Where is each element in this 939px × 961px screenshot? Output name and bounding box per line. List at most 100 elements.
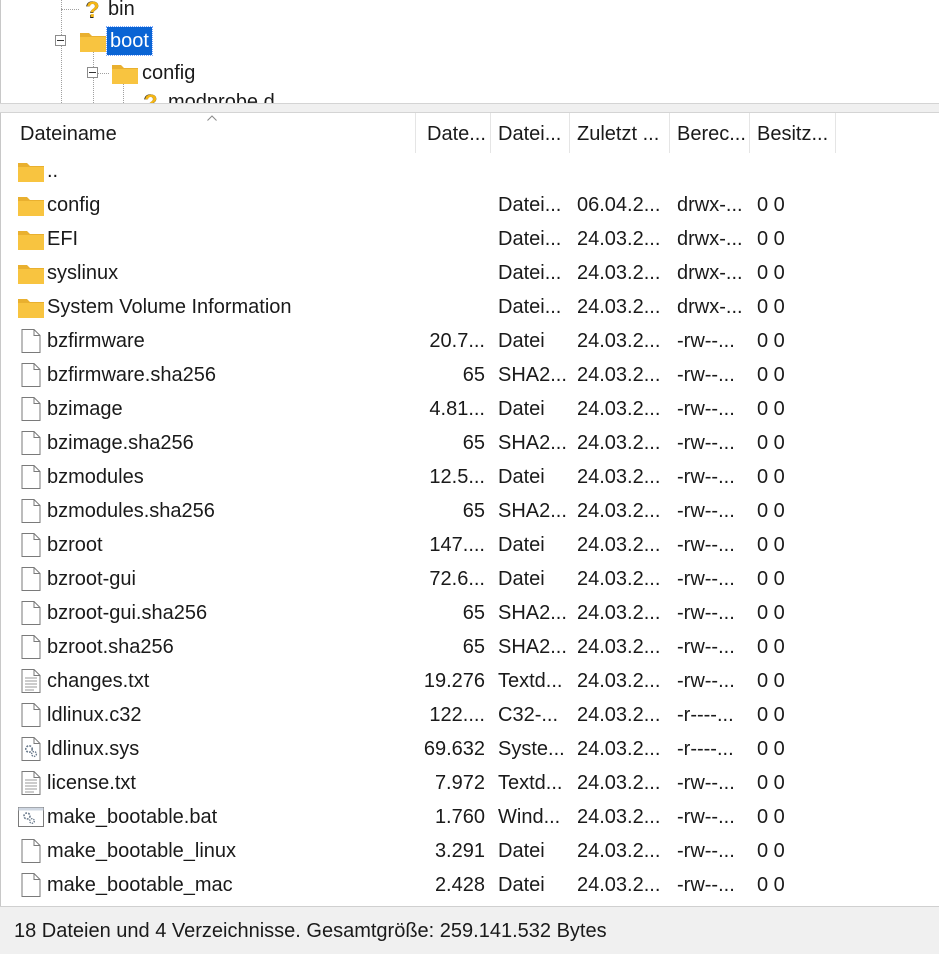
file-owner-cell: 0 0 [757, 330, 785, 352]
remote-file-list[interactable]: Dateiname Date... Datei... Zuletzt ... B… [0, 113, 939, 906]
file-size-cell: 2.428 [434, 874, 485, 896]
file-row[interactable]: bzimage.sha256 65 SHA2... 24.03.2... -rw--..… [1, 425, 939, 459]
file-modified-cell: 24.03.2... [577, 568, 661, 590]
file-name-cell: bzroot-gui [47, 568, 136, 590]
collapse-toggle[interactable] [55, 35, 66, 46]
file-modified-cell: 24.03.2... [577, 636, 661, 658]
file-row[interactable]: make_bootable.bat 1.760 Wind... 24.03.2... -… [1, 799, 939, 833]
file-type-cell: Textd... [498, 772, 563, 794]
file-owner-cell [757, 153, 837, 187]
column-header-label: Zuletzt ... [577, 123, 660, 145]
file-type-cell: Datei [498, 534, 545, 556]
file-row[interactable]: make_bootable_mac 2.428 Datei 24.03.2... -rw… [1, 867, 939, 901]
file-row[interactable]: license.txt 7.972 Textd... 24.03.2... -rw--.… [1, 765, 939, 799]
file-modified-cell: 24.03.2... [577, 228, 661, 250]
file-type-cell: Datei... [498, 262, 562, 284]
remote-directory-tree[interactable]: ? ? bin boot config ? ? modprobe.d [0, 0, 939, 105]
file-row[interactable]: config Datei... 06.04.2... drwx-... 0 0 [1, 187, 939, 221]
file-name-cell: syslinux [47, 262, 119, 284]
file-row[interactable]: bzmodules.sha256 65 SHA2... 24.03.2... -rw--… [1, 493, 939, 527]
file-name-cell: ldlinux.sys [47, 738, 140, 760]
column-header-label: Berec... [677, 123, 746, 145]
file-type-cell: Datei [498, 874, 545, 896]
column-header-label: Dateiname [20, 123, 117, 145]
file-icon [17, 464, 45, 490]
file-row[interactable]: bzroot.sha256 65 SHA2... 24.03.2... -rw--...… [1, 629, 939, 663]
file-permissions-cell: -rw--... [677, 874, 735, 896]
file-row[interactable]: syslinux Datei... 24.03.2... drwx-... 0 0 [1, 255, 939, 289]
file-type-cell: SHA2... [498, 364, 567, 386]
file-icon [17, 430, 45, 456]
file-type-cell: Datei... [498, 228, 562, 250]
file-modified-cell: 06.04.2... [577, 194, 661, 216]
file-modified-cell: 24.03.2... [577, 670, 661, 692]
file-name-cell: license.txt [47, 772, 136, 794]
file-row[interactable]: ldlinux.c32 122.... C32-... 24.03.2... -r---… [1, 697, 939, 731]
file-owner-cell: 0 0 [757, 738, 785, 760]
file-size-cell: 72.6... [429, 568, 485, 590]
file-permissions-cell [677, 153, 751, 187]
pane-splitter[interactable] [0, 103, 939, 113]
file-size-cell: 65 [462, 432, 485, 454]
file-row[interactable]: System Volume Information Datei... 24.03.2… [1, 289, 939, 323]
file-row[interactable]: .. [1, 153, 939, 187]
file-row[interactable]: bzroot-gui.sha256 65 SHA2... 24.03.2... -rw-… [1, 595, 939, 629]
file-permissions-cell: drwx-... [677, 262, 743, 284]
tree-node-bin[interactable]: ? ? bin [79, 0, 138, 24]
file-owner-cell: 0 0 [757, 772, 785, 794]
file-name-cell: bzimage.sha256 [47, 432, 194, 454]
file-type-cell: C32-... [498, 704, 559, 726]
file-row[interactable]: ldlinux.sys 69.632 Syste... 24.03.2... -r---… [1, 731, 939, 765]
file-name-cell: make_bootable.bat [47, 806, 218, 828]
tree-node-config[interactable]: config [111, 58, 198, 88]
file-row[interactable]: make_bootable_linux 3.291 Datei 24.03.2... -… [1, 833, 939, 867]
file-owner-cell: 0 0 [757, 534, 785, 556]
file-modified-cell: 24.03.2... [577, 602, 661, 624]
file-permissions-cell: -rw--... [677, 670, 735, 692]
file-modified-cell: 24.03.2... [577, 262, 661, 284]
file-permissions-cell: -rw--... [677, 500, 735, 522]
file-owner-cell: 0 0 [757, 874, 785, 896]
file-row[interactable]: bzimage 4.81... Datei 24.03.2... -rw--... 0 0 [1, 391, 939, 425]
column-header-type[interactable]: Datei... [491, 113, 570, 153]
file-row[interactable]: bzroot-gui 72.6... Datei 24.03.2... -rw--...… [1, 561, 939, 595]
file-row[interactable]: bzfirmware 20.7... Datei 24.03.2... -rw--...… [1, 323, 939, 357]
file-size-cell: 147.... [429, 534, 485, 556]
file-size-cell [416, 187, 490, 221]
file-name-cell: ldlinux.c32 [47, 704, 142, 726]
collapse-toggle[interactable] [87, 67, 98, 78]
text-file-icon [17, 770, 45, 796]
file-size-cell: 1.760 [434, 806, 485, 828]
file-size-cell: 4.81... [429, 398, 485, 420]
status-bar: 18 Dateien und 4 Verzeichnisse. Gesamtgr… [0, 906, 939, 954]
file-icon [17, 566, 45, 592]
column-header-permissions[interactable]: Berec... [670, 113, 750, 153]
file-permissions-cell: -rw--... [677, 568, 735, 590]
file-icon [17, 396, 45, 422]
file-modified-cell: 24.03.2... [577, 398, 661, 420]
file-row[interactable]: bzmodules 12.5... Datei 24.03.2... -rw--... 0… [1, 459, 939, 493]
column-header-owner[interactable]: Besitz... [750, 113, 836, 153]
column-header-modified[interactable]: Zuletzt ... [570, 113, 670, 153]
svg-text:?: ? [86, 0, 99, 22]
file-row[interactable]: EFI Datei... 24.03.2... drwx-... 0 0 [1, 221, 939, 255]
file-permissions-cell: -rw--... [677, 840, 735, 862]
file-owner-cell: 0 0 [757, 398, 785, 420]
column-header-size[interactable]: Date... [420, 113, 491, 153]
file-type-cell: SHA2... [498, 432, 567, 454]
file-size-cell: 69.632 [423, 738, 485, 760]
file-permissions-cell: -r----... [677, 738, 734, 760]
file-row[interactable]: bzfirmware.sha256 65 SHA2... 24.03.2... -rw-… [1, 357, 939, 391]
file-name-cell: EFI [47, 228, 79, 250]
folder-icon [17, 260, 45, 286]
file-modified-cell: 24.03.2... [577, 534, 661, 556]
file-row[interactable]: changes.txt 19.276 Textd... 24.03.2... -rw--… [1, 663, 939, 697]
sort-ascending-icon [207, 115, 217, 121]
file-permissions-cell: -rw--... [677, 772, 735, 794]
file-owner-cell: 0 0 [757, 500, 785, 522]
tree-node-boot[interactable]: boot [79, 26, 153, 56]
status-text: 18 Dateien und 4 Verzeichnisse. Gesamtgr… [14, 920, 607, 942]
folder-icon [80, 33, 106, 52]
file-modified-cell: 24.03.2... [577, 704, 661, 726]
file-row[interactable]: bzroot 147.... Datei 24.03.2... -rw--... 0 0 [1, 527, 939, 561]
